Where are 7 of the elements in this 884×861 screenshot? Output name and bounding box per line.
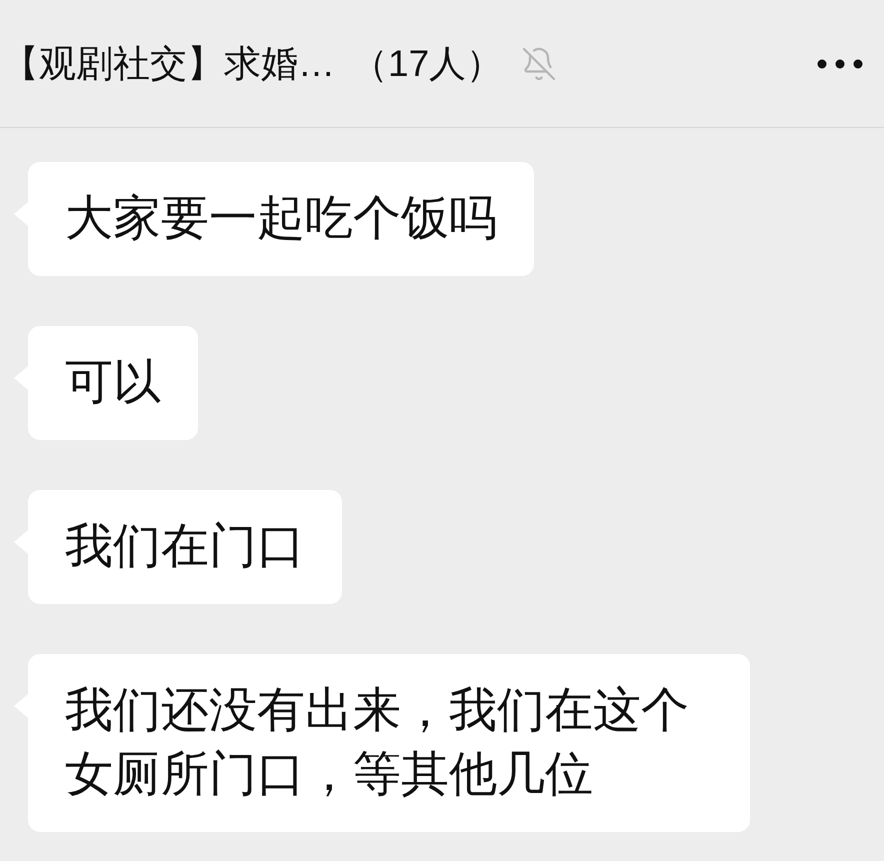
message-bubble: 大家要一起吃个饭吗 xyxy=(28,162,534,276)
member-count: （17人） xyxy=(351,42,504,86)
message-bubble: 我们在门口 xyxy=(28,490,342,604)
message-bubble: 可以 xyxy=(28,326,198,440)
message-bubble: 我们还没有出来，我们在这个女厕所门口，等其他几位 xyxy=(28,654,750,832)
chat-title: 【观剧社交】求婚… xyxy=(2,42,335,86)
more-icon[interactable] xyxy=(816,58,864,70)
